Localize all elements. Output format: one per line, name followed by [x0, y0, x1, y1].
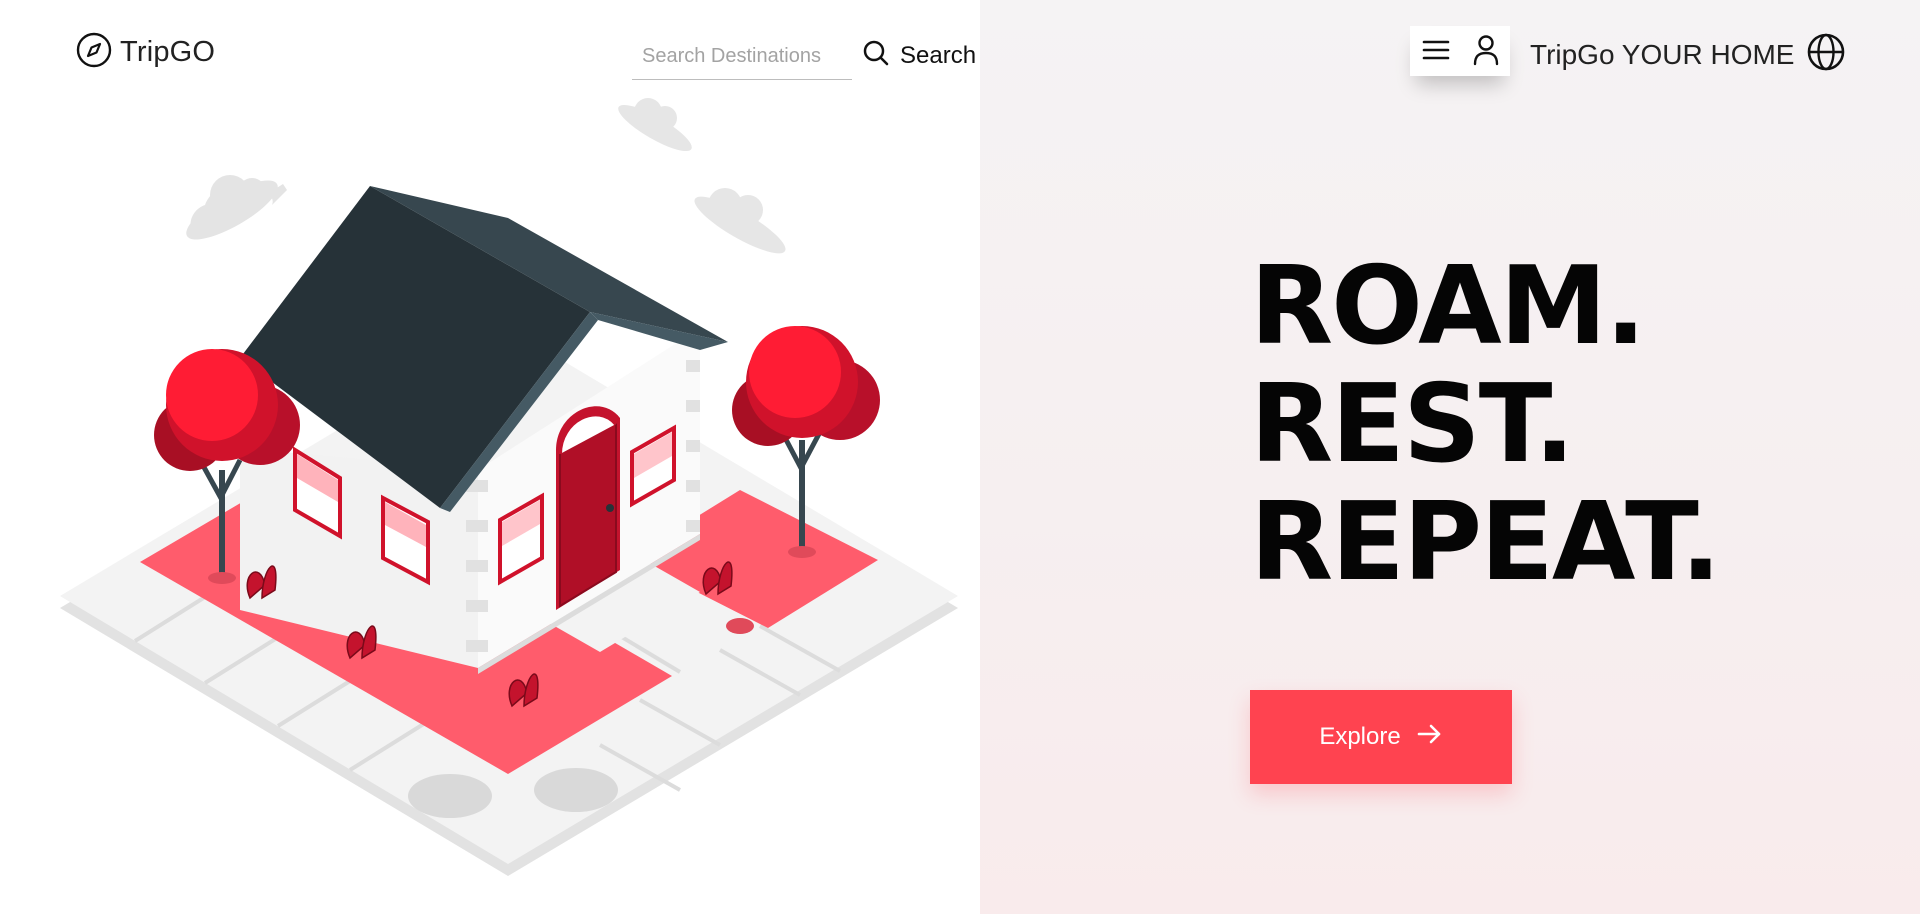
user-icon: [1473, 34, 1499, 69]
globe-icon: [1806, 32, 1846, 77]
cloud-icon: [694, 188, 786, 254]
house-illustration: [60, 98, 958, 876]
search-icon: [862, 39, 890, 74]
logo[interactable]: TripGO: [76, 32, 215, 73]
cloud-icon: [618, 98, 692, 152]
explore-button-label: Explore: [1319, 723, 1401, 750]
header-menu-box: [1410, 26, 1510, 76]
hero-headline: ROAM. REST. REPEAT.: [1250, 244, 1721, 605]
header-brand-text: TripGo YOUR HOME: [1530, 38, 1795, 70]
arrow-right-icon: [1417, 722, 1443, 753]
hero-line-repeat: REPEAT.: [1250, 480, 1721, 605]
search-button-label: Search: [900, 42, 977, 69]
cloud-icon: [186, 175, 287, 240]
compass-icon: [76, 32, 112, 73]
user-button[interactable]: [1473, 34, 1499, 69]
hero-line-rest: REST.: [1250, 362, 1575, 487]
search-input[interactable]: [632, 34, 852, 80]
header-brand[interactable]: TripGo YOUR HOME: [1530, 32, 1846, 77]
hamburger-menu-icon: [1422, 38, 1450, 65]
hero-line-roam: ROAM.: [1250, 244, 1646, 369]
explore-button[interactable]: Explore: [1250, 690, 1512, 784]
logo-text: TripGO: [120, 36, 216, 68]
search-button[interactable]: Search: [862, 36, 976, 76]
hamburger-menu-button[interactable]: [1422, 38, 1450, 65]
